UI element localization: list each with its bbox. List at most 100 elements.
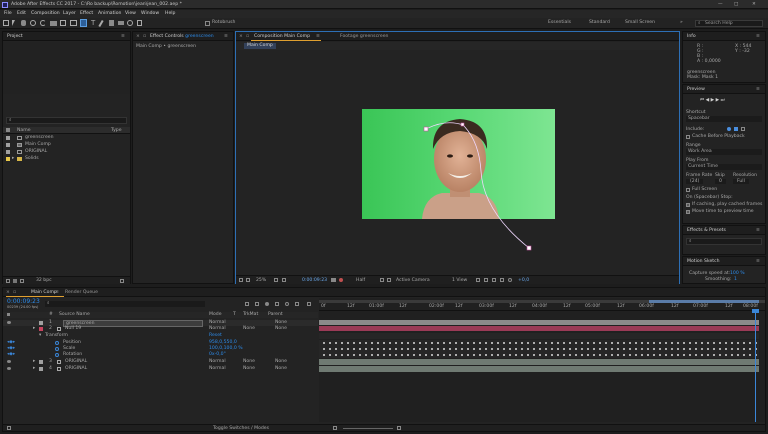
zoom-slider[interactable] [343, 428, 393, 429]
rotobrush-checkbox[interactable] [205, 21, 210, 26]
comp-timecode[interactable]: 0:00:09:23 [302, 277, 327, 284]
eye-icon[interactable] [7, 367, 11, 370]
workspace-essentials[interactable]: Essentials [548, 20, 571, 25]
tab-motion-sketch[interactable]: Motion Sketch [687, 258, 720, 265]
workspace-standard[interactable]: Standard [589, 20, 610, 25]
menu-view[interactable]: View [125, 11, 136, 16]
menu-effect[interactable]: Effect [80, 11, 93, 16]
panel-menu-icon[interactable]: ≡ [756, 258, 760, 265]
include-video-icon[interactable] [727, 127, 731, 131]
frame-rate-dropdown[interactable]: (24) [686, 179, 704, 184]
project-item[interactable]: ▸ Solids [3, 156, 130, 162]
stopwatch-icon[interactable] [55, 341, 59, 345]
include-audio-icon[interactable] [734, 127, 738, 131]
transform-group[interactable]: ▾ Transform Reset [3, 333, 318, 339]
workspace-menu-icon[interactable]: » [680, 20, 683, 25]
tab-main-comp[interactable]: Main Comp [31, 289, 57, 296]
shy-layers-icon[interactable] [265, 302, 269, 306]
next-frame-icon[interactable]: ▶ [716, 98, 720, 103]
minimize-button[interactable]: — [718, 1, 723, 8]
col-parent[interactable]: Parent [268, 312, 283, 318]
graph-editor-icon[interactable] [295, 302, 299, 306]
stopwatch-icon[interactable] [55, 347, 59, 351]
resolution-dropdown[interactable]: Full [733, 179, 749, 184]
if-caching-checkbox[interactable] [686, 203, 690, 207]
skip-dropdown[interactable]: 0 [715, 179, 726, 184]
menu-file[interactable]: File [4, 11, 12, 16]
menu-animation[interactable]: Animation [98, 11, 121, 16]
project-item[interactable]: Main Comp [3, 142, 130, 148]
clone-stamp-tool-icon[interactable] [109, 20, 114, 26]
resolution-dropdown[interactable]: Half [356, 277, 365, 284]
timeline-search-field[interactable]: ⌕ [45, 301, 205, 307]
expand-arrow-icon[interactable]: ▾ [39, 333, 41, 339]
rectangle-tool-icon[interactable] [70, 20, 77, 26]
menu-help[interactable]: Help [165, 11, 175, 16]
frame-blending-icon[interactable] [275, 302, 279, 306]
layer-bar-greenscreen[interactable] [319, 320, 759, 325]
layer-mode-dropdown[interactable]: Normal [209, 366, 226, 372]
layer-name[interactable]: Null 19 [65, 326, 81, 332]
timeline-icon[interactable] [492, 278, 496, 282]
interpret-footage-icon[interactable] [6, 279, 10, 283]
new-comp-icon[interactable] [20, 279, 24, 283]
eraser-tool-icon[interactable] [118, 21, 124, 25]
comp-subtab[interactable]: Main Comp [244, 43, 276, 49]
col-trkmat[interactable]: TrkMat [243, 312, 258, 318]
layer-trkmat-dropdown[interactable]: None [243, 326, 255, 332]
play-icon[interactable]: ▶ [711, 98, 715, 103]
keyframe-track-rotation[interactable] [319, 352, 759, 358]
zoom-tool-icon[interactable] [30, 20, 36, 26]
include-overlays-icon[interactable] [741, 127, 745, 131]
layer-bar-original-3[interactable] [319, 359, 759, 365]
expand-arrow-icon[interactable]: ▸ [33, 359, 35, 365]
close-tab-icon[interactable]: × [136, 33, 140, 40]
play-from-dropdown[interactable]: Current Time [686, 164, 762, 170]
close-tab-icon[interactable]: × [239, 33, 243, 40]
layer-bar-original-4[interactable] [319, 366, 759, 372]
brush-tool-icon[interactable] [98, 19, 104, 28]
cache-checkbox[interactable] [686, 135, 690, 139]
toggle-switches-modes[interactable]: Toggle Switches / Modes [213, 425, 269, 432]
capture-value[interactable]: 100 % [730, 271, 745, 276]
layer-mode-dropdown[interactable]: Normal [209, 326, 226, 332]
first-frame-icon[interactable]: ⏮ [700, 98, 704, 103]
close-button[interactable]: ✕ [752, 1, 756, 8]
transparency-grid-icon[interactable] [282, 278, 286, 282]
zoom-out-icon[interactable] [333, 426, 337, 430]
panel-menu-icon[interactable]: ≡ [121, 33, 125, 40]
timeline-timecode[interactable]: 0:00:09:23 [7, 298, 40, 305]
motion-blur-icon[interactable] [285, 302, 289, 306]
project-col-type[interactable]: Type [111, 128, 122, 133]
chart-icon[interactable] [307, 302, 311, 306]
workspace-small-screen[interactable]: Small Screen [625, 20, 655, 25]
stopwatch-icon[interactable] [55, 353, 59, 357]
layer-trkmat-dropdown[interactable]: None [243, 359, 255, 365]
puppet-tool-icon[interactable] [137, 20, 142, 26]
hand-tool-icon[interactable] [21, 20, 26, 26]
menu-edit[interactable]: Edit [17, 11, 26, 16]
move-time-checkbox[interactable] [686, 210, 690, 214]
layer-trkmat-dropdown[interactable]: None [243, 366, 255, 372]
pen-tool-icon[interactable] [80, 19, 87, 27]
last-frame-icon[interactable]: ⏭ [721, 98, 725, 103]
rotate-tool-icon[interactable] [40, 20, 46, 26]
maximize-button[interactable]: □ [734, 1, 738, 8]
layer-bar-null[interactable] [319, 326, 759, 331]
smoothing-value[interactable]: 1 [734, 277, 737, 282]
tab-preview[interactable]: Preview [687, 86, 705, 93]
project-item[interactable]: greenscreen [3, 135, 130, 141]
comp-mini-flowchart-icon[interactable] [245, 302, 249, 306]
timeline-tab-menu-icon[interactable]: ≡ [55, 289, 59, 296]
transform-reset[interactable]: Reset [209, 333, 222, 339]
prev-frame-icon[interactable]: ◀ [706, 98, 710, 103]
expand-switches-icon[interactable] [7, 426, 11, 430]
reset-exposure-icon[interactable] [508, 278, 512, 282]
work-area-selected[interactable] [649, 300, 759, 303]
current-time-handle[interactable] [752, 309, 759, 313]
project-item[interactable]: ORIGINAL [3, 149, 130, 155]
col-source-name[interactable]: Source Name [59, 312, 90, 318]
panel-menu-icon[interactable]: ≡ [756, 227, 760, 234]
project-col-name[interactable]: Name [17, 128, 31, 133]
eye-icon[interactable] [7, 321, 11, 324]
